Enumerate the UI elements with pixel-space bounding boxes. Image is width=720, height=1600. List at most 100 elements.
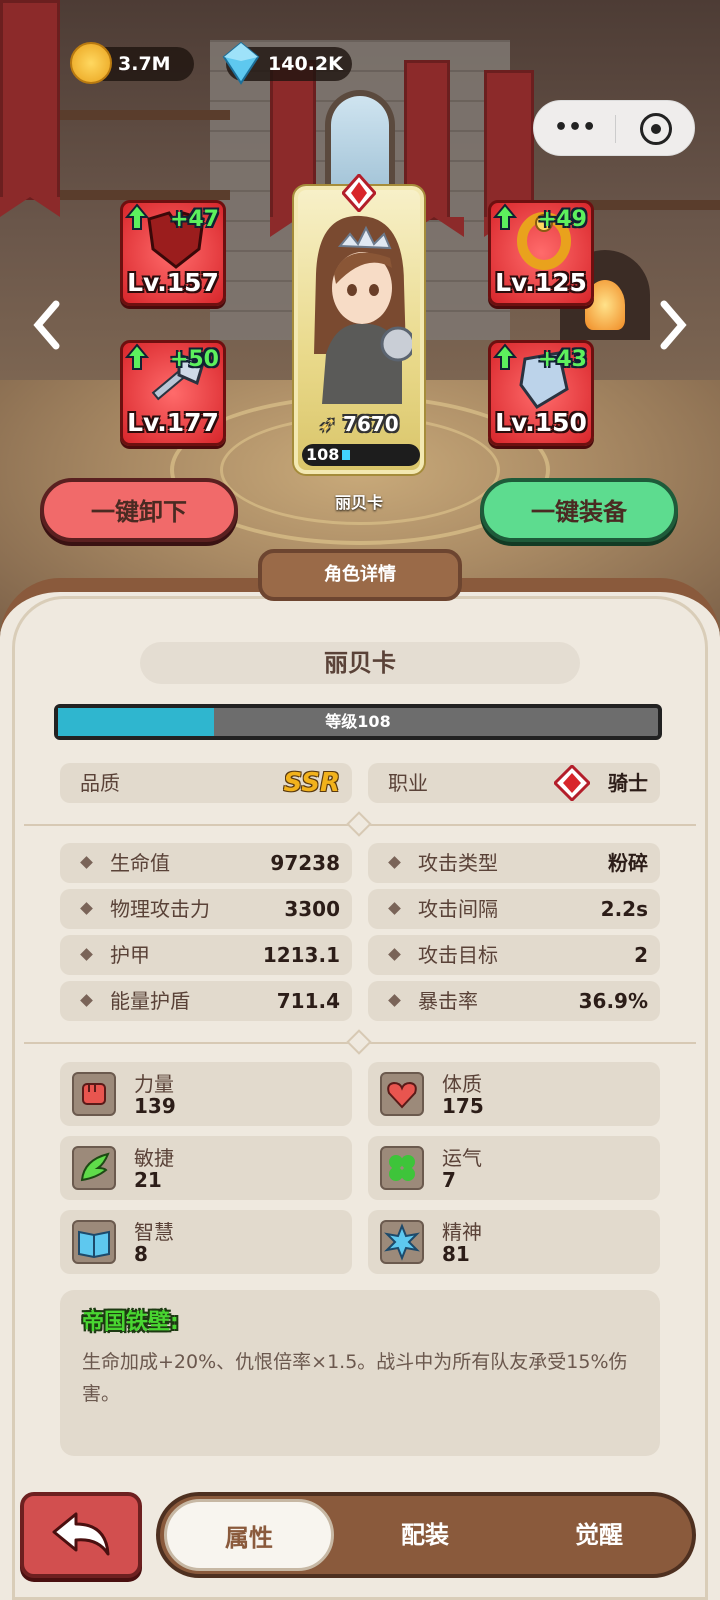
back-button[interactable] [20,1492,142,1578]
hero-power: ➶ 7670 [298,412,420,436]
equip-level: Lv.150 [495,408,587,437]
character-name: 丽贝卡 [140,642,580,684]
stat-row: 攻击类型 粉碎 [368,843,660,883]
attribute-label: 敏捷 [134,1146,174,1170]
attribute-spirit: 精神 81 [368,1210,660,1274]
attribute-value: 139 [134,1094,176,1118]
red-banner-right [484,70,544,237]
stat-value: 粉碎 [608,851,648,875]
capsule-divider [615,115,616,143]
attribute-value: 175 [442,1094,484,1118]
character-name-text: 丽贝卡 [324,649,396,677]
stat-value: 97238 [270,851,340,875]
clover-icon [380,1146,424,1190]
stat-value: 2.2s [600,897,648,921]
tab-awaken[interactable]: 觉醒 [514,1496,684,1574]
equip-level: Lv.177 [127,408,219,437]
stat-label: 攻击目标 [418,943,498,967]
class-label: 职业 [388,771,428,795]
attribute-label: 精神 [442,1220,482,1244]
quality-label: 品质 [80,771,120,795]
stat-row: 暴击率 36.9% [368,981,660,1021]
level-label: 等级108 [325,712,391,731]
equip-bonus: +50 [169,347,219,372]
equip-bonus: +43 [537,347,587,372]
stat-value: 2 [634,943,648,967]
stat-row: 生命值 97238 [60,843,352,883]
class-value: 骑士 [608,771,648,795]
skill-description: 生命加成+20%、仇恨倍率×1.5。战斗中为所有队友承受15%伤害。 [82,1351,628,1405]
stat-label: 暴击率 [418,989,478,1013]
skill-title: 帝国铁壁: [82,1310,179,1335]
attribute-value: 81 [442,1242,470,1266]
stat-row: 攻击间隔 2.2s [368,889,660,929]
equip-all-button[interactable]: 一键装备 [480,478,678,542]
hero-level-number: 108 [306,445,340,464]
stat-value: 36.9% [578,989,648,1013]
tab-loadout[interactable]: 配装 [340,1496,510,1574]
close-target-icon[interactable] [640,113,672,145]
upgrade-arrow-icon [493,203,517,230]
hero-power-value: 7670 [343,412,399,436]
stat-label: 能量护盾 [110,989,190,1013]
hero-name: 丽贝卡 [334,493,383,512]
red-banner-left [0,0,60,217]
attribute-agility: 敏捷 21 [60,1136,352,1200]
stat-value: 711.4 [276,989,340,1013]
bottom-tab-bar: 属性 配装 觉醒 [156,1492,696,1578]
attribute-value: 7 [442,1168,456,1192]
spirit-icon [380,1220,424,1264]
hero-level-bar: 108 [302,444,420,466]
attribute-strength: 力量 139 [60,1062,352,1126]
equip-bonus: +47 [169,207,219,232]
prev-hero-arrow-icon[interactable] [32,300,62,350]
equip-slot-gauntlet[interactable]: +43 Lv.150 [488,340,594,446]
back-arrow-icon [52,1512,110,1556]
equip-slot-armor[interactable]: +47 Lv.157 [120,200,226,306]
stat-value: 1213.1 [262,943,340,967]
fist-icon [72,1072,116,1116]
stat-label: 攻击间隔 [418,897,498,921]
stat-label: 护甲 [110,943,150,967]
next-hero-arrow-icon[interactable] [658,300,688,350]
hero-portrait [314,215,412,404]
skill-box: 帝国铁壁: 生命加成+20%、仇恨倍率×1.5。战斗中为所有队友承受15%伤害。 [60,1290,660,1456]
gold-coin-icon [70,42,112,84]
shelf [60,110,230,120]
stat-label: 生命值 [110,851,170,875]
class-row: 职业 骑士 [368,763,660,803]
upgrade-arrow-icon [493,343,517,370]
stat-row: 物理攻击力 3300 [60,889,352,929]
book-icon [72,1220,116,1264]
equip-level: Lv.125 [495,268,587,297]
section-divider [24,811,696,837]
attribute-constitution: 体质 175 [368,1062,660,1126]
heart-icon [380,1072,424,1116]
sword-icon: ➶ [319,412,337,436]
attribute-label: 力量 [134,1072,174,1096]
hero-card[interactable]: ➶ 7670 108 [294,174,424,474]
attribute-label: 体质 [442,1072,482,1096]
diamond-icon [222,41,260,85]
attribute-value: 8 [134,1242,148,1266]
stat-value: 3300 [284,897,340,921]
gold-counter: 3.7M [70,42,194,84]
stat-row: 能量护盾 711.4 [60,981,352,1021]
attribute-label: 智慧 [134,1220,174,1244]
equip-slot-weapon[interactable]: +50 Lv.177 [120,340,226,446]
unequip-all-button[interactable]: 一键卸下 [40,478,238,542]
shelf [60,190,230,200]
tab-attributes[interactable]: 属性 [164,1499,334,1571]
attribute-label: 运气 [442,1146,482,1170]
attribute-value: 21 [134,1168,162,1192]
attribute-luck: 运气 7 [368,1136,660,1200]
stat-row: 攻击目标 2 [368,935,660,975]
equip-slot-ring[interactable]: +49 Lv.125 [488,200,594,306]
wing-icon [72,1146,116,1190]
more-icon[interactable]: ••• [554,117,596,139]
gem-counter: 140.2K [222,41,352,85]
upgrade-arrow-icon [125,343,149,370]
mini-program-capsule: ••• [533,100,695,156]
section-title: 角色详情 [258,549,462,601]
upgrade-arrow-icon [125,203,149,230]
